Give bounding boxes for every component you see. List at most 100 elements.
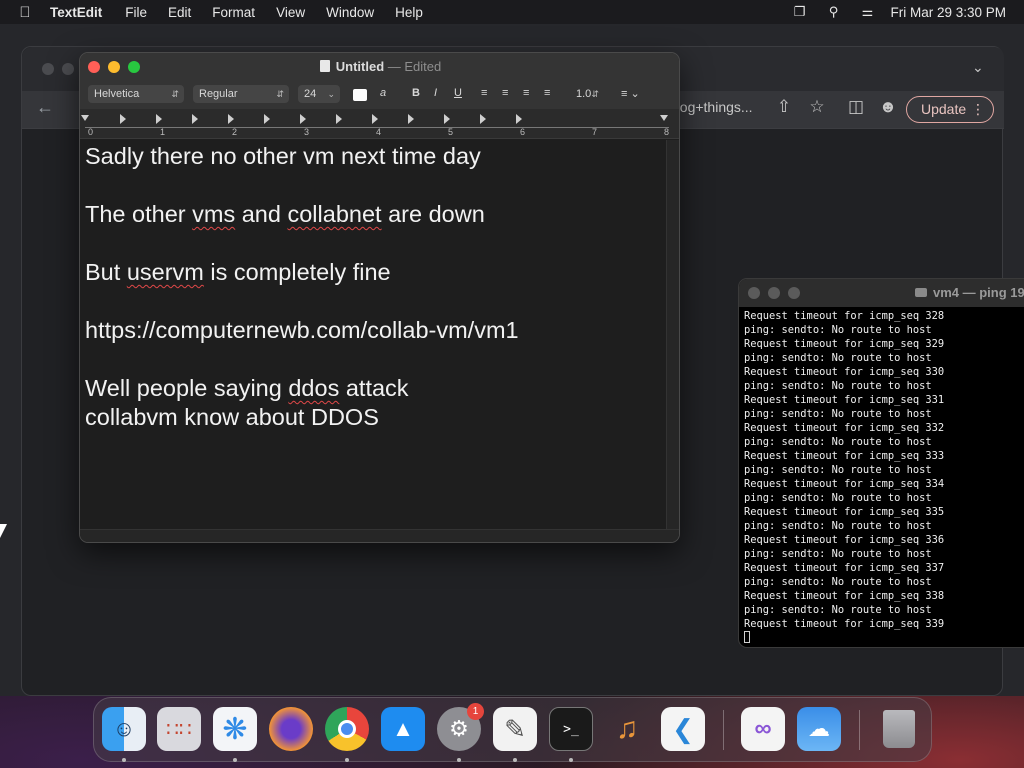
terminal-line: ping: sendto: No route to host: [744, 408, 932, 420]
apple-menu-icon[interactable]: : [0, 4, 50, 21]
terminal-icon[interactable]: >_: [549, 707, 593, 751]
tab-stop[interactable]: [300, 114, 306, 124]
align-right-icon[interactable]: ≡: [523, 87, 529, 99]
menu-file[interactable]: File: [125, 5, 147, 20]
profile-avatar-icon[interactable]: ☻: [877, 97, 899, 117]
text-color-swatch[interactable]: [353, 89, 367, 101]
share-icon[interactable]: ⇧: [773, 97, 795, 117]
window-title: Untitled — Edited: [80, 59, 679, 74]
safari-icon[interactable]: ❋: [213, 707, 257, 751]
weather-icon[interactable]: ☁: [797, 707, 841, 751]
browser-minimize-button[interactable]: [62, 63, 74, 75]
garageband-icon[interactable]: ♫: [605, 707, 649, 751]
terminal-line: Request timeout for icmp_seq 331: [744, 394, 945, 406]
menu-edit[interactable]: Edit: [168, 5, 191, 20]
terminal-title-bar[interactable]: vm4 — ping 19: [739, 279, 1024, 307]
running-indicator: [122, 758, 126, 762]
misspelled-word[interactable]: collabnet: [287, 201, 381, 227]
ruler-number: 3: [304, 127, 310, 137]
tab-stop[interactable]: [228, 114, 234, 124]
screen-mirroring-icon[interactable]: ❐: [782, 4, 816, 20]
back-arrow-icon[interactable]: ←: [36, 97, 54, 118]
tab-stop[interactable]: [156, 114, 162, 124]
left-indent-marker[interactable]: [81, 115, 89, 121]
document-text-area[interactable]: Sadly there no other vm next time day Th…: [80, 140, 666, 530]
finder-icon[interactable]: ☺: [102, 707, 146, 751]
terminal-cursor: [744, 631, 750, 643]
tab-stop[interactable]: [336, 114, 342, 124]
firefox-icon[interactable]: [269, 707, 313, 751]
terminal-minimize-button[interactable]: [768, 287, 780, 299]
update-button[interactable]: Update ⋮: [906, 96, 994, 123]
tab-search-chevron-icon[interactable]: ⌄: [972, 59, 984, 76]
menu-view[interactable]: View: [276, 5, 305, 20]
ruler-number: 0: [88, 127, 94, 137]
tab-stop[interactable]: [408, 114, 414, 124]
terminal-line: ping: sendto: No route to host: [744, 548, 932, 560]
running-indicator: [457, 758, 461, 762]
misspelled-word[interactable]: ddos: [288, 375, 339, 401]
tab-stop[interactable]: [192, 114, 198, 124]
trash-icon[interactable]: [877, 707, 921, 751]
browser-close-button[interactable]: [42, 63, 54, 75]
format-bar: Helvetica ⇵ Regular ⇵ 24 ⌄ a B I U ≡ ≡ ≡ ≡ …: [80, 81, 679, 109]
terminal-output[interactable]: Request timeout for icmp_seq 328 ping: se…: [744, 309, 1024, 645]
launchpad-icon[interactable]: ∷∷: [157, 707, 201, 751]
terminal-close-button[interactable]: [748, 287, 760, 299]
menu-format[interactable]: Format: [212, 5, 255, 20]
chrome-icon[interactable]: [325, 707, 369, 751]
ruler-number: 2: [232, 127, 238, 137]
align-center-icon[interactable]: ≡: [502, 87, 508, 99]
italic-icon[interactable]: I: [434, 87, 437, 99]
vertical-scrollbar[interactable]: [666, 140, 679, 530]
tab-stop[interactable]: [120, 114, 126, 124]
highlight-color-icon[interactable]: a: [380, 87, 386, 99]
terminal-line: ping: sendto: No route to host: [744, 492, 932, 504]
misspelled-word[interactable]: uservm: [127, 259, 204, 285]
ruler[interactable]: 0 1 2 3 4 5 6 7 8: [80, 109, 679, 139]
terminal-line: ping: sendto: No route to host: [744, 436, 932, 448]
menu-window[interactable]: Window: [326, 5, 374, 20]
app-menu[interactable]: TextEdit: [50, 5, 102, 20]
list-bullets-icon[interactable]: ≡ ⌄: [621, 87, 640, 100]
terminal-line: ping: sendto: No route to host: [744, 352, 932, 364]
text-line: collabvm know about DDOS: [85, 404, 379, 430]
app-store-icon[interactable]: ▲: [381, 707, 425, 751]
visual-studio-icon[interactable]: ∞: [741, 707, 785, 751]
textedit-title-bar[interactable]: Untitled — Edited: [80, 53, 679, 81]
misspelled-word[interactable]: vms: [192, 201, 235, 227]
font-family-popup[interactable]: Helvetica ⇵: [88, 85, 184, 103]
justify-icon[interactable]: ≡: [544, 87, 550, 99]
menu-help[interactable]: Help: [395, 5, 423, 20]
more-menu-icon[interactable]: ⋮: [971, 97, 985, 122]
system-settings-icon[interactable]: ⚙ 1: [437, 703, 484, 751]
right-indent-marker[interactable]: [660, 115, 668, 121]
tab-stop[interactable]: [516, 114, 522, 124]
control-center-icon[interactable]: ⚌: [850, 4, 884, 20]
terminal-line: ping: sendto: No route to host: [744, 380, 932, 392]
underline-icon[interactable]: U: [454, 87, 462, 99]
text-line: But uservm is completely fine: [85, 259, 391, 285]
terminal-line: ping: sendto: No route to host: [744, 604, 932, 616]
tab-stop[interactable]: [480, 114, 486, 124]
spotlight-search-icon[interactable]: ⚲: [816, 4, 850, 20]
menu-clock[interactable]: Fri Mar 29 3:30 PM: [890, 5, 1006, 20]
tab-stop[interactable]: [372, 114, 378, 124]
tab-stop[interactable]: [444, 114, 450, 124]
side-panel-icon[interactable]: ◫: [845, 97, 867, 117]
terminal-line: Request timeout for icmp_seq 329: [744, 338, 945, 350]
bookmark-star-icon[interactable]: ☆: [806, 97, 828, 117]
address-bar-text[interactable]: nog+things...: [672, 99, 753, 115]
tab-stop[interactable]: [264, 114, 270, 124]
line-spacing-popup[interactable]: 1.0 ⇵: [570, 85, 604, 103]
font-size-popup[interactable]: 24 ⌄: [298, 85, 340, 103]
terminal-zoom-button[interactable]: [788, 287, 800, 299]
textedit-icon[interactable]: ✎: [493, 707, 537, 751]
bold-icon[interactable]: B: [412, 87, 420, 99]
align-left-icon[interactable]: ≡: [481, 87, 487, 99]
textedit-window: Untitled — Edited Helvetica ⇵ Regular ⇵ 24…: [79, 52, 680, 543]
vscode-icon[interactable]: ❮: [661, 707, 705, 751]
text-line: https://computernewb.com/collab-vm/vm1: [85, 317, 519, 343]
font-style-popup[interactable]: Regular ⇵: [193, 85, 289, 103]
